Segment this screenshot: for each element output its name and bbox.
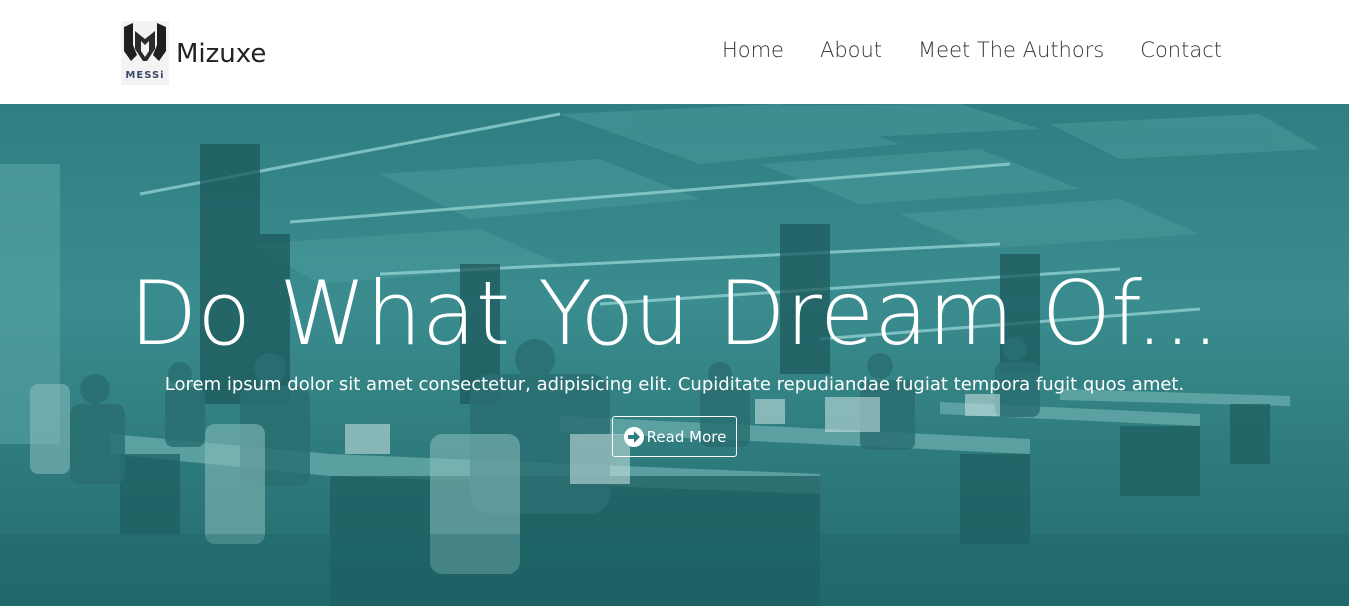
hero-section: Do What You Dream Of... Lorem ipsum dolo… <box>0 104 1349 606</box>
logo-text: MESSi <box>125 70 165 81</box>
read-more-label: Read More <box>646 427 727 446</box>
navbar: MESSi Mizuxe Home About Meet The Authors… <box>0 0 1349 104</box>
hero-subtitle: Lorem ipsum dolor sit amet consectetur, … <box>164 374 1185 395</box>
main-nav: Home About Meet The Authors Contact <box>686 38 1222 62</box>
brand-link[interactable]: MESSi Mizuxe <box>121 21 266 85</box>
nav-about-link[interactable]: About <box>820 38 882 62</box>
nav-contact-link[interactable]: Contact <box>1140 38 1222 62</box>
messi-logo-icon: MESSi <box>121 21 169 85</box>
nav-home-link[interactable]: Home <box>722 38 784 62</box>
hero-title: Do What You Dream Of... <box>129 262 1220 365</box>
arrow-circle-right-icon <box>623 426 645 448</box>
nav-authors-link[interactable]: Meet The Authors <box>918 38 1104 62</box>
brand-name: Mizuxe <box>176 39 267 69</box>
read-more-button[interactable]: Read More <box>612 416 737 457</box>
